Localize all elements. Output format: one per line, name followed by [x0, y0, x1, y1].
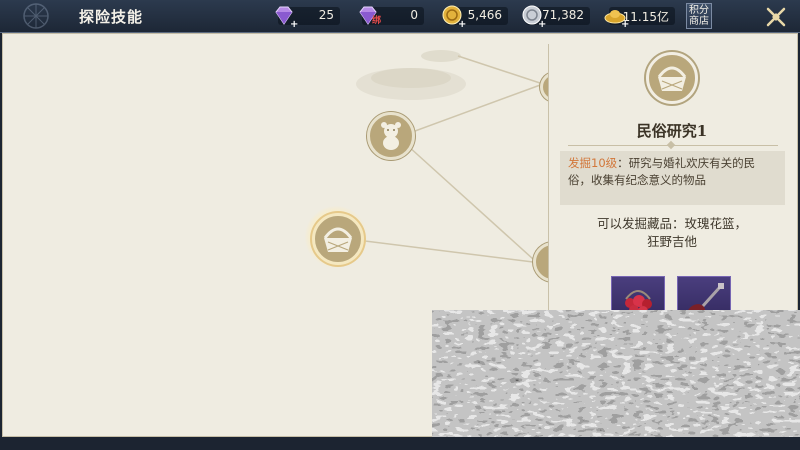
- shop-label-line1: 积分: [689, 5, 709, 16]
- emblem-icon: [23, 3, 49, 29]
- basket-icon: [657, 66, 687, 91]
- noise-overlay: [432, 310, 800, 439]
- teddy-bear-icon: [381, 122, 401, 150]
- currency-value: 11.15亿: [622, 10, 669, 24]
- add-icon[interactable]: +: [290, 19, 298, 30]
- loot-description: 可以发掘藏品：玫瑰花篮， 狂野吉他: [558, 215, 786, 251]
- skill-level-requirement: 发掘10级: [568, 156, 618, 170]
- add-icon[interactable]: +: [458, 19, 466, 30]
- close-icon[interactable]: [765, 6, 787, 28]
- node-icon: [536, 245, 548, 279]
- top-bar: 探险技能 + 25 绑 0 + 5,466 + 71,382 + 11.15亿 …: [0, 0, 800, 33]
- basket-icon: [323, 227, 353, 252]
- bound-badge: 绑: [372, 16, 382, 26]
- skill-description: 发掘10级：研究与婚礼欢庆有关的民俗，收集有纪念意义的物品: [560, 151, 785, 205]
- loot-line-2: 狂野吉他: [646, 234, 697, 249]
- currency-gold-coin[interactable]: + 5,466: [442, 5, 508, 30]
- currency-diamond[interactable]: + 25: [275, 6, 340, 30]
- currency-gold-ingot[interactable]: + 11.15亿: [604, 7, 675, 30]
- skill-node-right-bottom[interactable]: [533, 242, 548, 282]
- currency-value: 25: [318, 8, 334, 22]
- detail-skill-icon: [646, 52, 698, 104]
- currency-value: 0: [410, 8, 418, 22]
- currency-value: 5,466: [467, 8, 502, 22]
- title-ornament: [666, 140, 676, 150]
- currency-silver-coin[interactable]: + 71,382: [522, 5, 590, 30]
- bottom-bar: [0, 437, 800, 450]
- currency-value: 71,382: [542, 8, 584, 22]
- loot-line-1: 可以发掘藏品：玫瑰花篮，: [596, 216, 747, 231]
- page-title: 探险技能: [79, 8, 144, 26]
- skill-title: 民俗研究1: [636, 122, 708, 140]
- shop-label-line2: 商店: [689, 16, 709, 27]
- currency-bound-diamond[interactable]: 绑 0: [359, 6, 424, 26]
- points-shop-button[interactable]: 积分 商店: [686, 3, 712, 29]
- skill-node-teddy-bear[interactable]: [367, 112, 415, 160]
- skill-node-basket[interactable]: [312, 213, 364, 265]
